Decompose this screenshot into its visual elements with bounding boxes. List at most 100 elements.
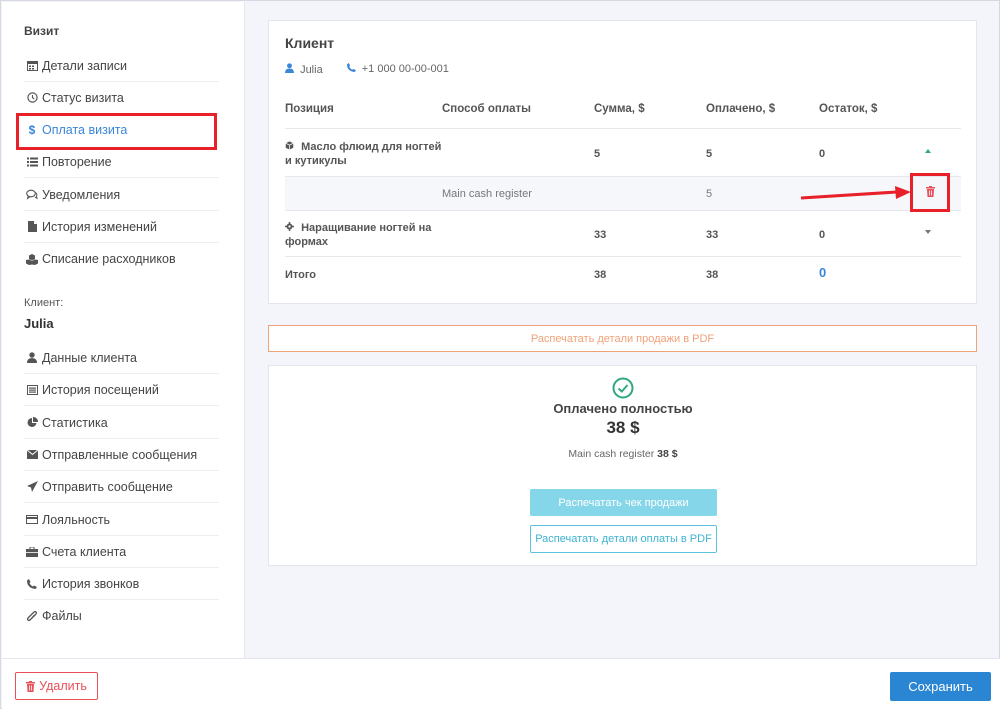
list-icon [24,157,40,167]
col-header-rest: Остаток, $ [819,103,878,115]
gear-icon [285,222,297,234]
sidebar-item-statistics[interactable]: Статистика [24,407,219,439]
cubes-icon [24,253,40,265]
item-paid: 33 [706,229,719,241]
item-rest: 0 [819,229,826,241]
trash-icon [26,680,36,692]
sidebar-item-consumables[interactable]: Списание расходников [24,243,219,275]
client-card: Клиент Julia +1 000 00-00-001 Позиция Сп… [268,20,977,304]
sidebar-item-loyalty[interactable]: Лояльность [24,504,219,536]
print-receipt-button[interactable]: Распечатать чек продажи [530,489,717,516]
sidebar-item-files[interactable]: Файлы [24,600,219,632]
payment-method: Main cash register [442,188,532,200]
phone-icon [24,578,40,589]
item-paid: 5 [706,148,713,160]
divider [285,128,961,129]
visit-section-title: Визит [24,24,60,38]
divider [285,176,961,177]
delete-payment-button[interactable] [910,173,950,212]
register-label: Main cash register [568,448,655,460]
app-frame: Визит Детали записи Статус визита $ Опла… [0,0,1000,709]
briefcase-icon [24,546,40,557]
item-sum: 5 [594,148,601,160]
total-sum: 38 [594,269,607,281]
divider [285,256,961,257]
pie-chart-icon [24,417,40,428]
sidebar-item-sent-messages[interactable]: Отправленные сообщения [24,439,219,471]
table-row[interactable]: Масло флюид для ногтей и кутикулы [285,140,441,168]
sidebar-item-label: Детали записи [42,58,127,73]
sidebar-item-repeat[interactable]: Повторение [24,146,219,178]
payment-status-card: Оплачено полностью 38 $ Main cash regist… [268,365,977,566]
col-header-sum: Сумма, $ [594,103,645,115]
delete-label: Удалить [39,679,87,693]
client-name-text: Julia [300,64,323,76]
divider [285,210,961,211]
paper-plane-icon [24,481,40,492]
item-name-line2: и кутикулы [285,155,347,167]
user-icon [24,352,40,363]
file-icon [24,221,40,232]
sidebar-item-label: История изменений [42,219,157,234]
payment-amount: 38 $ [606,418,640,437]
payment-paid: 5 [706,188,713,200]
sidebar-item-label: Статистика [42,415,108,430]
sidebar-item-visit-status[interactable]: Статус визита [24,82,219,114]
delete-button[interactable]: Удалить [15,672,98,700]
register-amount: 38 $ [657,448,678,460]
sidebar-item-label: Отправить сообщение [42,479,173,494]
item-name-line2: формах [285,236,329,248]
item-name-line1: Наращивание ногтей на [301,222,432,234]
envelope-icon [24,450,40,459]
client-name-link[interactable]: Julia [285,63,323,76]
print-payment-pdf-button[interactable]: Распечатать детали оплаты в PDF [530,525,717,553]
client-name: Julia [24,316,54,331]
sidebar-item-label: Списание расходников [42,252,176,266]
sidebar-item-visit-history[interactable]: История посещений [24,374,219,406]
client-label: Клиент: [24,297,64,309]
sidebar-item-client-data[interactable]: Данные клиента [24,342,219,374]
clock-icon [24,92,40,103]
calendar-icon [24,60,40,71]
col-header-method: Способ оплаты [442,103,531,115]
cubes-icon [285,141,297,153]
sidebar-item-label: История посещений [42,382,159,397]
sidebar-item-client-accounts[interactable]: Счета клиента [24,536,219,568]
client-phone-text: +1 000 00-00-001 [361,63,449,75]
total-paid: 38 [706,269,719,281]
card-icon [24,515,40,524]
print-sale-pdf-button[interactable]: Распечатать детали продажи в PDF [268,325,977,352]
sidebar-item-label: Данные клиента [42,350,137,365]
sidebar-item-call-history[interactable]: История звонков [24,568,219,600]
client-card-title: Клиент [285,35,335,51]
sidebar-item-send-message[interactable]: Отправить сообщение [24,471,219,503]
total-rest[interactable]: 0 [819,265,826,280]
sidebar: Визит Детали записи Статус визита $ Опла… [2,2,245,658]
col-header-position: Позиция [285,103,334,115]
sidebar-item-label: Счета клиента [42,544,127,559]
expand-caret-icon[interactable] [925,230,931,234]
sidebar-item-label: Отправленные сообщения [42,447,198,462]
client-phone-link[interactable]: +1 000 00-00-001 [346,63,449,76]
history-icon [24,384,40,395]
collapse-caret-icon[interactable] [925,149,931,153]
client-meta: Julia +1 000 00-00-001 [285,63,449,76]
arrow-annotation [800,186,911,200]
phone-icon [346,63,359,75]
footer-bar: Удалить Сохранить [2,658,1000,709]
sidebar-item-label: Уведомления [42,187,121,202]
sidebar-item-record-details[interactable]: Детали записи [24,50,219,82]
col-header-paid: Оплачено, $ [706,103,776,115]
sidebar-item-notifications[interactable]: Уведомления [24,179,219,211]
trash-icon [925,185,935,200]
sidebar-item-label: Повторение [42,154,112,169]
user-icon [285,63,297,76]
sidebar-item-label: История звонков [42,576,140,591]
save-button[interactable]: Сохранить [890,672,991,701]
item-sum: 33 [594,229,607,241]
payment-status-text: Оплачено полностью [553,401,693,416]
sidebar-item-change-history[interactable]: История изменений [24,211,219,243]
item-name-line1: Масло флюид для ногтей [301,141,442,153]
total-label: Итого [285,269,317,281]
table-row[interactable]: Наращивание ногтей на формах [285,221,431,249]
